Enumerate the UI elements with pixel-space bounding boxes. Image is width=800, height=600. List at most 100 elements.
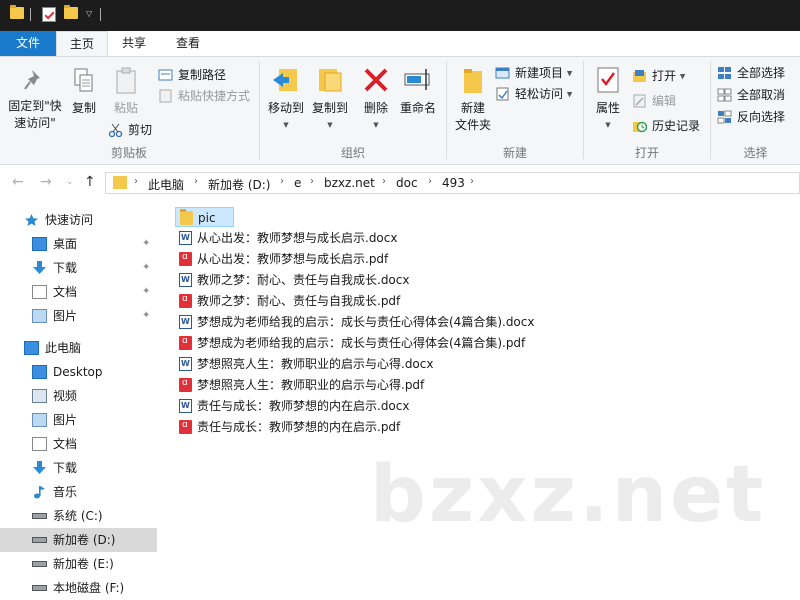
- sidebar-item-drive-c[interactable]: 系统 (C:): [0, 504, 157, 528]
- paste-shortcut-icon: [159, 89, 172, 103]
- cut-button[interactable]: 剪切: [108, 120, 152, 140]
- copy-path-icon: [158, 69, 173, 81]
- tab-view[interactable]: 查看: [162, 31, 214, 56]
- pin-icon: ✦: [142, 310, 151, 321]
- pdf-icon: [179, 335, 192, 350]
- document-icon: [32, 285, 47, 299]
- edit-button[interactable]: 编辑: [632, 91, 676, 111]
- copy-button[interactable]: 复制: [66, 67, 102, 117]
- chevron-down-icon[interactable]: ▽: [86, 10, 93, 18]
- drive-icon: [32, 561, 47, 567]
- video-icon: [32, 389, 47, 403]
- properties-icon[interactable]: [42, 7, 56, 22]
- chevron-right-icon[interactable]: ›: [134, 176, 138, 187]
- sidebar-item-videos[interactable]: 视频: [0, 384, 157, 408]
- sidebar-item-pictures-pc[interactable]: 图片: [0, 408, 157, 432]
- sidebar-item-drive-e[interactable]: 新加卷 (E:): [0, 552, 157, 576]
- drive-icon: [32, 537, 47, 543]
- open-icon: [633, 70, 646, 82]
- select-group-label: 选择: [743, 146, 768, 160]
- tab-share[interactable]: 共享: [110, 31, 158, 56]
- new-folder-button[interactable]: 新建 文件夹: [451, 65, 495, 134]
- delete-button[interactable]: 删除 ▼: [358, 65, 394, 134]
- address-bar[interactable]: › 此电脑 › 新加卷 (D:) › e › bzxz.net › doc › …: [105, 172, 800, 194]
- clipboard-group-label: 剪贴板: [110, 146, 147, 160]
- chevron-right-icon[interactable]: ›: [470, 176, 474, 187]
- file-name: 责任与成长：教师梦想的内在启示.pdf: [197, 420, 401, 434]
- new-item-button[interactable]: 新建项目 ▼: [495, 63, 572, 83]
- breadcrumb-bzxz[interactable]: bzxz.net: [324, 176, 375, 190]
- sidebar-item-label: 视频: [53, 389, 78, 403]
- tab-file[interactable]: 文件: [0, 31, 56, 56]
- chevron-down-icon: ▼: [679, 72, 686, 81]
- folder-icon: [10, 5, 24, 19]
- sidebar-item-label: 下载: [53, 461, 78, 475]
- up-arrow-icon[interactable]: ↑: [84, 174, 96, 190]
- chevron-right-icon[interactable]: ›: [382, 176, 386, 187]
- history-button[interactable]: 历史记录: [632, 116, 700, 136]
- title-bar: ▽: [0, 0, 800, 31]
- breadcrumb-drive-d[interactable]: 新加卷 (D:): [208, 176, 270, 193]
- ribbon: 固定到"快 速访问" 复制 粘贴 复制路径 粘贴快捷方式 剪切 剪贴板 移动到: [0, 56, 800, 165]
- separator: [30, 8, 31, 21]
- paste-shortcut-button[interactable]: 粘贴快捷方式: [158, 86, 250, 106]
- breadcrumb-doc[interactable]: doc: [396, 176, 418, 190]
- sidebar-item-downloads-pc[interactable]: 下载: [0, 456, 157, 480]
- rename-icon: [404, 69, 430, 90]
- copy-to-button[interactable]: 复制到 ▼: [308, 65, 352, 134]
- chevron-right-icon[interactable]: ›: [428, 176, 432, 187]
- back-arrow-icon[interactable]: ←: [12, 174, 24, 190]
- invert-selection-button[interactable]: 反向选择: [717, 107, 785, 127]
- chevron-down-icon: ▼: [373, 121, 379, 129]
- recent-locations-chevron-icon[interactable]: ⌄: [66, 177, 74, 187]
- download-arrow-icon: [33, 461, 46, 474]
- sidebar-item-label: 图片: [53, 413, 78, 427]
- file-name: 梦想成为老师给我的启示：成长与责任心得体会(4篇合集).pdf: [197, 336, 526, 350]
- list-item-folder[interactable]: pic: [175, 207, 234, 227]
- sidebar-item-documents[interactable]: 文档 ✦: [0, 280, 157, 304]
- copy-path-button[interactable]: 复制路径: [158, 65, 226, 85]
- forward-arrow-icon[interactable]: →: [40, 174, 52, 190]
- easy-access-button[interactable]: 轻松访问 ▼: [495, 84, 572, 104]
- navigation-pane: 快速访问 桌面 ✦ 下载 ✦ 文档 ✦ 图片 ✦ 此电脑 Desktop 视频 …: [0, 199, 157, 600]
- sidebar-item-drive-f[interactable]: 本地磁盘 (F:): [0, 576, 157, 600]
- breadcrumb-this-pc[interactable]: 此电脑: [148, 176, 184, 193]
- rename-button[interactable]: 重命名: [396, 65, 440, 117]
- sidebar-item-desktop[interactable]: 桌面 ✦: [0, 232, 157, 256]
- word-document-icon: [179, 231, 192, 245]
- chevron-right-icon[interactable]: ›: [280, 176, 284, 187]
- sidebar-item-this-pc[interactable]: 此电脑: [0, 336, 157, 360]
- sidebar-item-drive-d[interactable]: 新加卷 (D:): [0, 528, 157, 552]
- select-none-icon: [717, 88, 732, 102]
- breadcrumb-493[interactable]: 493: [442, 176, 465, 190]
- properties-button[interactable]: 属性 ▼: [588, 65, 628, 134]
- desktop-icon: [32, 237, 47, 251]
- select-none-button[interactable]: 全部取消: [717, 85, 785, 105]
- sidebar-item-documents-pc[interactable]: 文档: [0, 432, 157, 456]
- folder-icon: [180, 209, 193, 225]
- move-to-button[interactable]: 移动到 ▼: [264, 65, 308, 134]
- system-drive-icon: [32, 513, 47, 519]
- sidebar-item-label: 文档: [53, 285, 78, 299]
- chevron-right-icon[interactable]: ›: [194, 176, 198, 187]
- breadcrumb-e[interactable]: e: [294, 176, 301, 190]
- pin-quick-access-button[interactable]: 固定到"快 速访问": [4, 67, 66, 132]
- select-all-button[interactable]: 全部选择: [717, 63, 785, 83]
- sidebar-item-pictures[interactable]: 图片 ✦: [0, 304, 157, 328]
- chevron-right-icon[interactable]: ›: [310, 176, 314, 187]
- new-folder-icon[interactable]: [64, 5, 78, 19]
- open-button[interactable]: 打开 ▼: [632, 66, 685, 86]
- paste-button[interactable]: 粘贴: [106, 67, 146, 117]
- pin-quick-label-2: 速访问": [14, 116, 56, 130]
- tab-home[interactable]: 主页: [56, 31, 108, 57]
- organize-group-label: 组织: [340, 146, 365, 160]
- download-arrow-icon: [33, 261, 46, 274]
- sidebar-item-music[interactable]: 音乐: [0, 480, 157, 504]
- sidebar-item-desktop-pc[interactable]: Desktop: [0, 360, 157, 384]
- sidebar-item-label: 文档: [53, 437, 78, 451]
- pdf-icon: [179, 377, 192, 392]
- sidebar-item-downloads[interactable]: 下载 ✦: [0, 256, 157, 280]
- sidebar-item-quick-access[interactable]: 快速访问: [0, 208, 157, 232]
- file-name: 梦想成为老师给我的启示：成长与责任心得体会(4篇合集).docx: [197, 315, 535, 329]
- copy-to-icon: [319, 69, 342, 92]
